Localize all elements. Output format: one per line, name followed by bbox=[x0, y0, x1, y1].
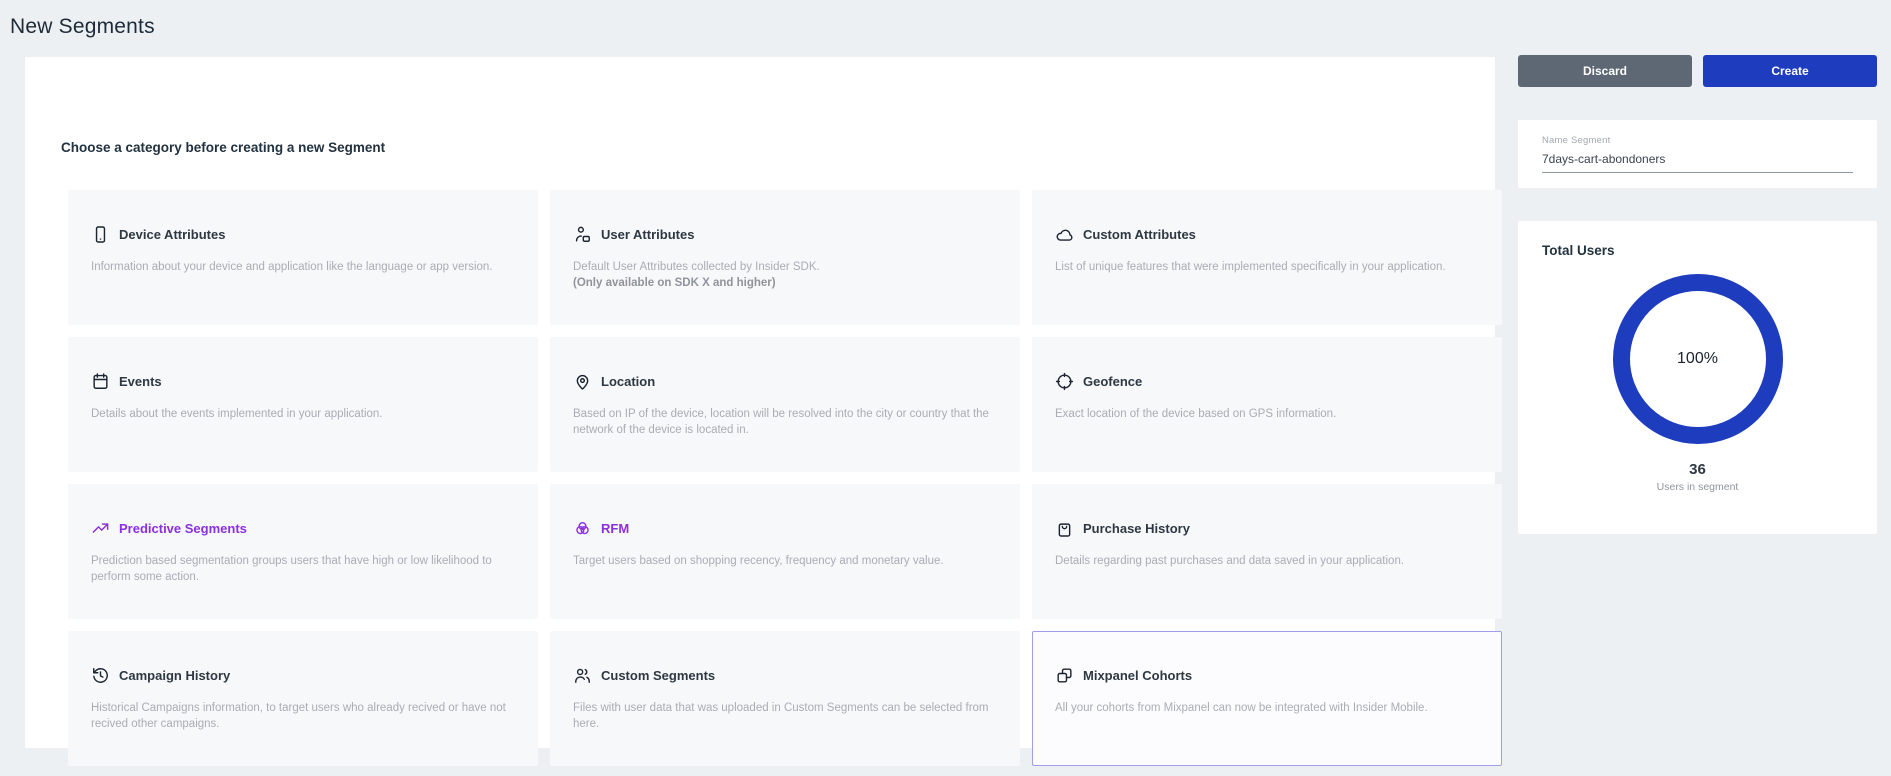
panel-subtitle: Choose a category before creating a new … bbox=[61, 140, 385, 155]
category-card[interactable]: Predictive Segments Prediction based seg… bbox=[68, 484, 538, 619]
category-card-description: Prediction based segmentation groups use… bbox=[91, 553, 517, 586]
category-card-description: Files with user data that was uploaded i… bbox=[573, 700, 999, 733]
total-users-donut-chart: 100% bbox=[1613, 274, 1783, 444]
create-button[interactable]: Create bbox=[1703, 55, 1877, 87]
category-card[interactable]: User Attributes Default User Attributes … bbox=[550, 190, 1020, 325]
category-cards-grid: Device Attributes Information about your… bbox=[68, 190, 1502, 766]
users-count-caption: Users in segment bbox=[1657, 481, 1739, 493]
category-card-title: Geofence bbox=[1083, 374, 1142, 389]
category-card[interactable]: Geofence Exact location of the device ba… bbox=[1032, 337, 1502, 472]
geofence-icon bbox=[1055, 372, 1074, 391]
category-card-description: All your cohorts from Mixpanel can now b… bbox=[1055, 700, 1481, 716]
custom-segments-icon bbox=[573, 666, 592, 685]
category-card-title: Purchase History bbox=[1083, 521, 1190, 536]
category-card-title: Device Attributes bbox=[119, 227, 225, 242]
donut-percent-label: 100% bbox=[1677, 350, 1718, 368]
category-card-description: Historical Campaigns information, to tar… bbox=[91, 700, 517, 733]
category-card[interactable]: Custom Segments Files with user data tha… bbox=[550, 631, 1020, 766]
category-card-title: RFM bbox=[601, 521, 629, 536]
category-card-title: Events bbox=[119, 374, 162, 389]
category-card[interactable]: Location Based on IP of the device, loca… bbox=[550, 337, 1020, 472]
name-segment-input[interactable] bbox=[1542, 152, 1853, 173]
category-card-description: Details regarding past purchases and dat… bbox=[1055, 553, 1481, 569]
total-users-title: Total Users bbox=[1542, 243, 1853, 258]
location-icon bbox=[573, 372, 592, 391]
category-card-title: Custom Attributes bbox=[1083, 227, 1196, 242]
category-card[interactable]: Custom Attributes List of unique feature… bbox=[1032, 190, 1502, 325]
events-icon bbox=[91, 372, 110, 391]
name-segment-label: Name Segment bbox=[1542, 135, 1853, 146]
category-card[interactable]: Campaign History Historical Campaigns in… bbox=[68, 631, 538, 766]
category-card[interactable]: Device Attributes Information about your… bbox=[68, 190, 538, 325]
segment-category-panel: Choose a category before creating a new … bbox=[25, 57, 1495, 748]
category-card[interactable]: Events Details about the events implemen… bbox=[68, 337, 538, 472]
category-card-title: Predictive Segments bbox=[119, 521, 247, 536]
user-attributes-icon bbox=[573, 225, 592, 244]
category-card-description: Exact location of the device based on GP… bbox=[1055, 406, 1481, 422]
custom-attributes-icon bbox=[1055, 225, 1074, 244]
category-card-title: Location bbox=[601, 374, 655, 389]
category-card-title: Mixpanel Cohorts bbox=[1083, 668, 1192, 683]
category-card-title: Custom Segments bbox=[601, 668, 715, 683]
users-count: 36 bbox=[1689, 461, 1706, 478]
category-card-description: Based on IP of the device, location will… bbox=[573, 406, 999, 439]
category-card[interactable]: RFM Target users based on shopping recen… bbox=[550, 484, 1020, 619]
category-card-description: Default User Attributes collected by Ins… bbox=[573, 259, 999, 292]
page-title: New Segments bbox=[10, 15, 155, 39]
category-card-description: Details about the events implemented in … bbox=[91, 406, 517, 422]
mixpanel-cohorts-icon bbox=[1055, 666, 1074, 685]
category-card[interactable]: Purchase History Details regarding past … bbox=[1032, 484, 1502, 619]
discard-button[interactable]: Discard bbox=[1518, 55, 1692, 87]
purchase-history-icon bbox=[1055, 519, 1074, 538]
predictive-segments-icon bbox=[91, 519, 110, 538]
category-card-description: Information about your device and applic… bbox=[91, 259, 517, 275]
category-card-title: User Attributes bbox=[601, 227, 694, 242]
device-attributes-icon bbox=[91, 225, 110, 244]
category-card[interactable]: Mixpanel Cohorts All your cohorts from M… bbox=[1032, 631, 1502, 766]
campaign-history-icon bbox=[91, 666, 110, 685]
category-card-description: Target users based on shopping recency, … bbox=[573, 553, 999, 569]
total-users-card: Total Users 100% 36 Users in segment bbox=[1518, 221, 1877, 534]
category-card-description: List of unique features that were implem… bbox=[1055, 259, 1481, 275]
category-card-title: Campaign History bbox=[119, 668, 230, 683]
rfm-icon bbox=[573, 519, 592, 538]
name-segment-card: Name Segment bbox=[1518, 120, 1877, 188]
